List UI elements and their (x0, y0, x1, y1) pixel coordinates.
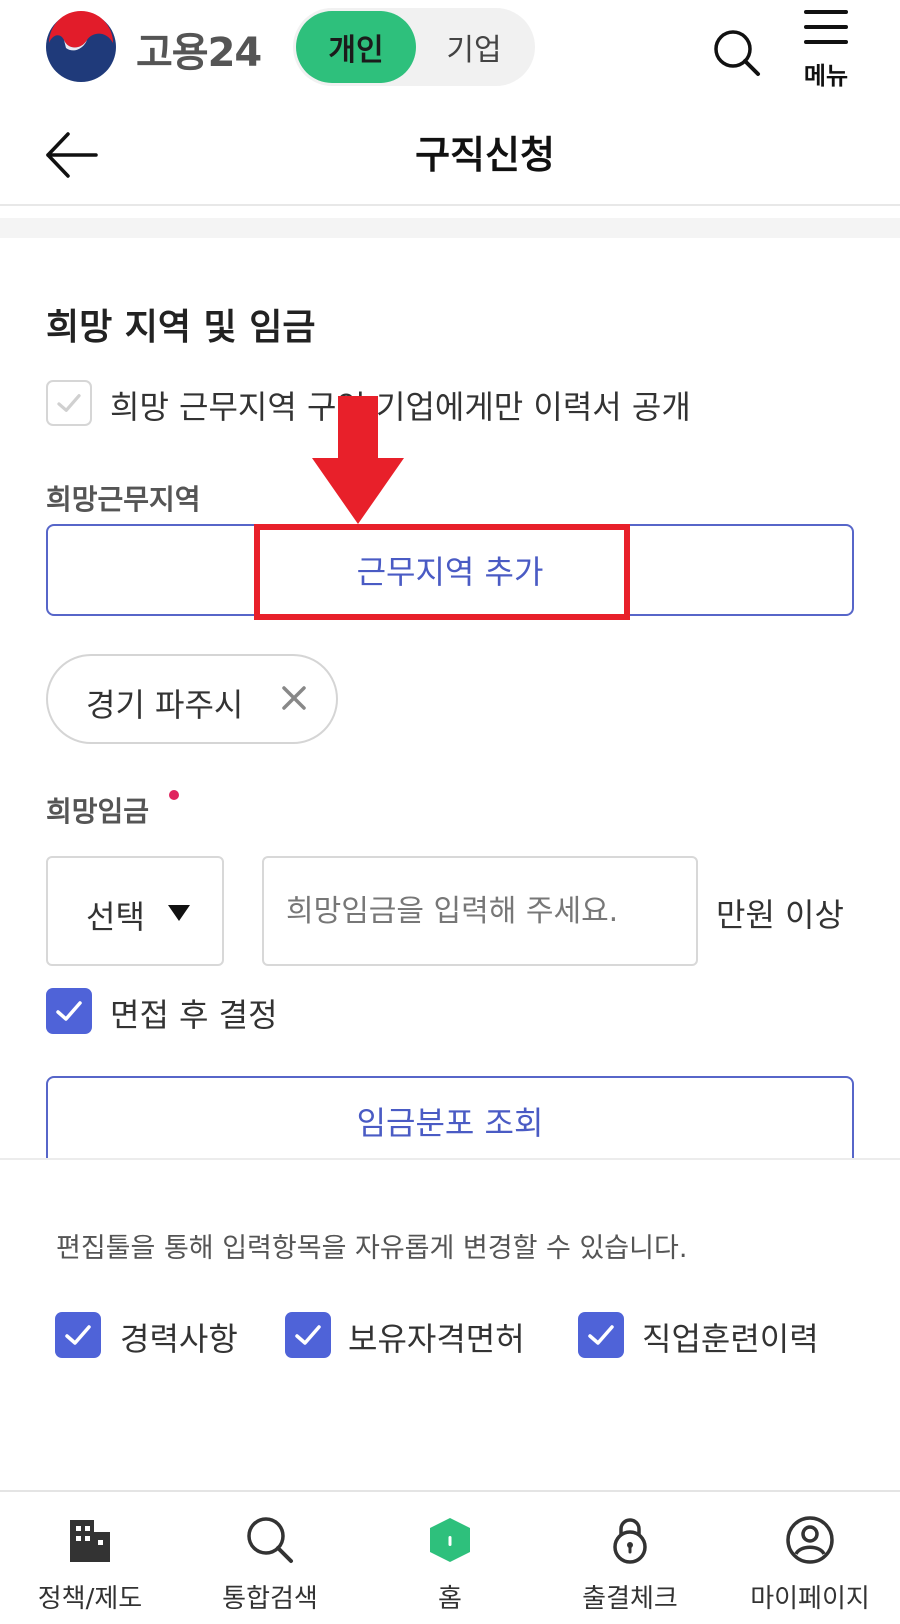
wage-unit: 만원 이상 (716, 896, 844, 934)
after-interview-checkbox[interactable] (46, 988, 92, 1034)
license-checkbox[interactable] (285, 1312, 331, 1358)
hamburger-icon (804, 10, 848, 44)
region-chip[interactable]: 경기 파주시 (46, 654, 338, 744)
government-logo-icon[interactable] (44, 10, 118, 84)
nav-item-policy[interactable]: 정책/제도 (0, 1492, 180, 1624)
training-checkbox[interactable] (578, 1312, 624, 1358)
region-label: 희망근무지역 (46, 483, 201, 516)
check-icon (588, 1325, 614, 1345)
search-icon (247, 1517, 293, 1563)
section-gap (0, 218, 900, 238)
page-title: 구직신청 (415, 133, 555, 177)
license-checkbox-label: 보유자격면허 (348, 1320, 525, 1358)
nav-label: 통합검색 (222, 1584, 318, 1614)
user-icon (786, 1516, 834, 1564)
lock-icon (613, 1518, 647, 1564)
arrow-down-icon (312, 396, 404, 524)
brand-name[interactable]: 고용24 (136, 20, 262, 78)
toggle-individual[interactable]: 개인 (296, 11, 416, 83)
wage-input[interactable] (262, 856, 698, 966)
career-checkbox[interactable] (55, 1312, 101, 1358)
toggle-company[interactable]: 기업 (416, 11, 532, 83)
building-icon (70, 1520, 110, 1562)
training-checkbox-label: 직업훈련이력 (642, 1320, 819, 1358)
add-region-button[interactable]: 근무지역 추가 (46, 524, 854, 616)
nav-item-mypage[interactable]: 마이페이지 (720, 1492, 900, 1624)
nav-label: 홈 (438, 1584, 462, 1614)
nav-label: 출결체크 (582, 1584, 678, 1614)
top-header: 고용24 개인 기업 메뉴 (0, 0, 900, 100)
search-icon[interactable] (712, 28, 762, 78)
menu-label: 메뉴 (803, 62, 849, 90)
check-icon (56, 1001, 82, 1021)
career-checkbox-label: 경력사항 (120, 1320, 238, 1358)
caret-down-icon (168, 905, 190, 921)
editor-divider (0, 1158, 900, 1160)
nav-label: 마이페이지 (750, 1584, 870, 1614)
close-icon[interactable] (274, 678, 314, 718)
nav-label: 정책/제도 (37, 1584, 143, 1614)
wage-distribution-button[interactable]: 임금분포 조회 (46, 1076, 854, 1166)
home-icon (430, 1518, 470, 1562)
check-icon (65, 1325, 91, 1345)
check-icon (295, 1325, 321, 1345)
page-header: 구직신청 (0, 100, 900, 206)
check-icon (57, 394, 81, 412)
wage-label: 희망임금 (46, 795, 150, 828)
wage-type-select[interactable]: 선택 (46, 856, 224, 966)
section-title: 희망 지역 및 임금 (46, 307, 316, 348)
required-dot (169, 790, 179, 800)
region-chip-label: 경기 파주시 (86, 686, 244, 724)
nav-item-home[interactable]: 홈 (360, 1492, 540, 1624)
wage-type-select-value: 선택 (86, 898, 145, 936)
nav-item-attendance[interactable]: 출결체크 (540, 1492, 720, 1624)
after-interview-label: 면접 후 결정 (110, 996, 278, 1034)
menu-button[interactable]: 메뉴 (800, 6, 852, 90)
nav-item-search[interactable]: 통합검색 (180, 1492, 360, 1624)
bottom-navigation: 정책/제도 통합검색 홈 출결체크 마이페이지 (0, 1490, 900, 1624)
editor-note: 편집툴을 통해 입력항목을 자유롭게 변경할 수 있습니다. (56, 1233, 688, 1264)
region-only-checkbox[interactable] (46, 380, 92, 426)
user-type-toggle[interactable]: 개인 기업 (293, 8, 535, 86)
